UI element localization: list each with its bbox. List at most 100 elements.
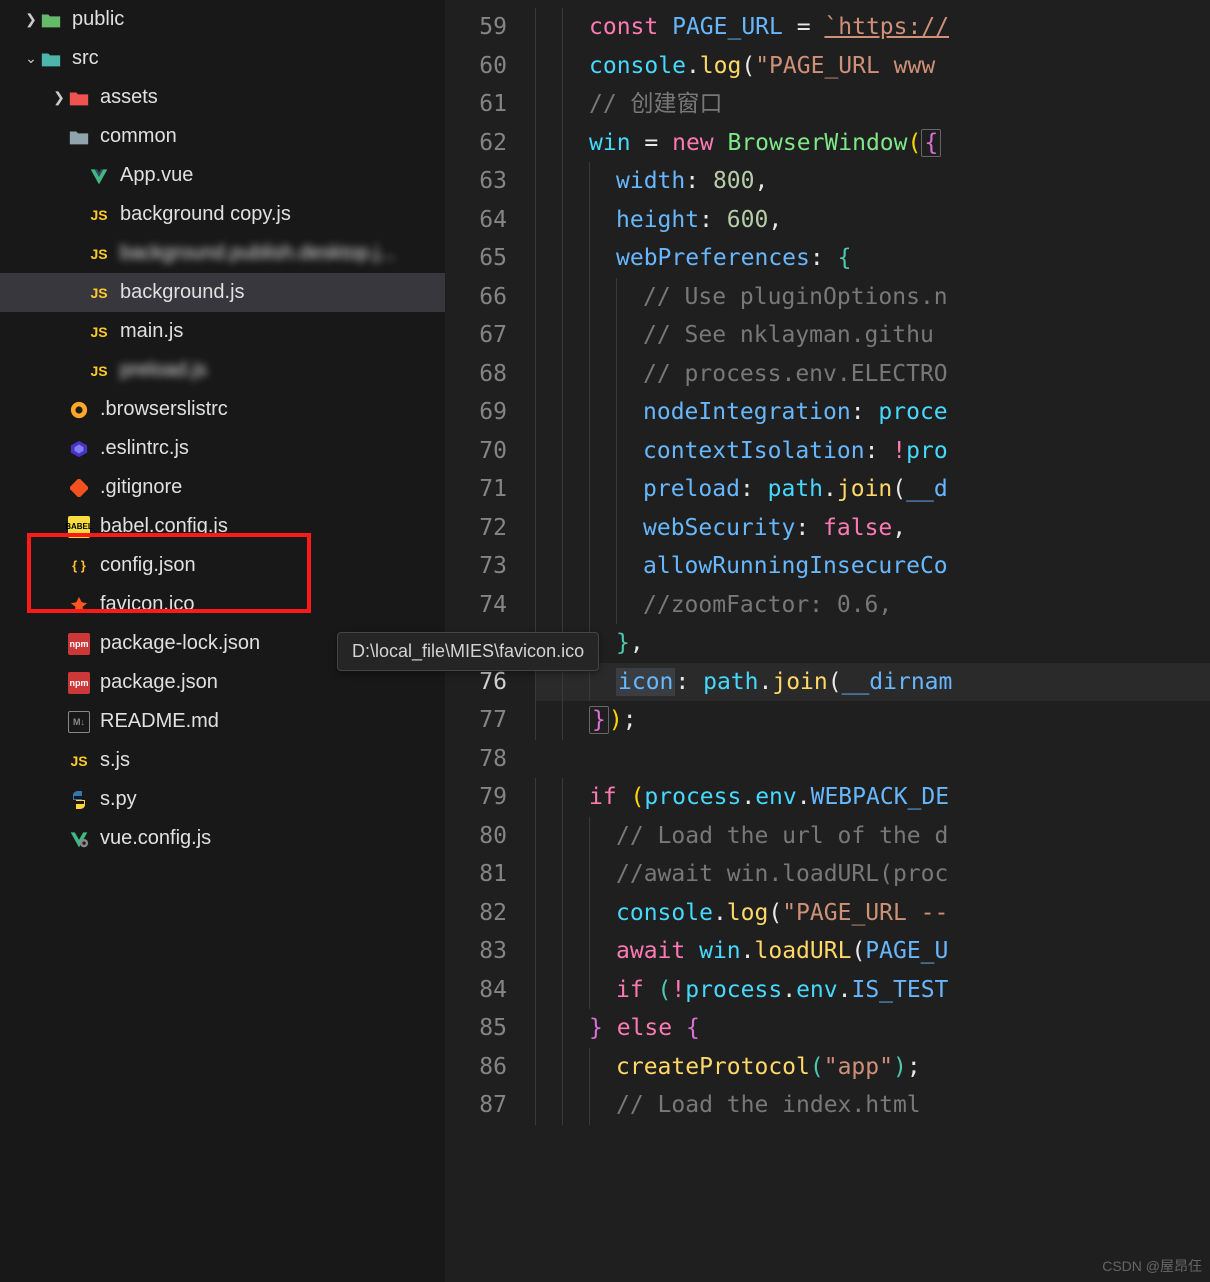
code-line[interactable]: win = new BrowserWindow({ [535, 124, 1210, 163]
tree-item--browserslistrc[interactable]: .browserslistrc [0, 390, 445, 429]
line-number: 70 [445, 432, 507, 471]
line-number: 65 [445, 239, 507, 278]
code-line[interactable]: console.log("PAGE_URL www [535, 47, 1210, 86]
tree-item-s-py[interactable]: s.py [0, 780, 445, 819]
line-number: 64 [445, 201, 507, 240]
code-line[interactable]: createProtocol("app"); [535, 1048, 1210, 1087]
git-icon [68, 477, 90, 499]
chevron-down-icon: ⌄ [22, 50, 40, 67]
line-number: 68 [445, 355, 507, 394]
json-icon: { } [68, 555, 90, 577]
tree-item-app-vue[interactable]: App.vue [0, 156, 445, 195]
tree-item-label: App.vue [120, 164, 193, 187]
line-number: 63 [445, 162, 507, 201]
code-line[interactable]: height: 600, [535, 201, 1210, 240]
eslint-icon [68, 438, 90, 460]
line-number: 82 [445, 894, 507, 933]
tree-item-label: favicon.ico [100, 593, 195, 616]
tree-item--eslintrc-js[interactable]: .eslintrc.js [0, 429, 445, 468]
npm-icon: npm [68, 633, 90, 655]
tree-item-label: .browserslistrc [100, 398, 228, 421]
tree-item-label: preload.js [120, 359, 207, 382]
line-number: 61 [445, 85, 507, 124]
tree-item-label: .gitignore [100, 476, 182, 499]
py-icon [68, 789, 90, 811]
line-number: 73 [445, 547, 507, 586]
code-line[interactable]: } else { [535, 1009, 1210, 1048]
tree-item-main-js[interactable]: JSmain.js [0, 312, 445, 351]
line-number: 72 [445, 509, 507, 548]
js-icon: JS [68, 750, 90, 772]
line-number: 78 [445, 740, 507, 779]
tree-item-favicon-ico[interactable]: favicon.ico [0, 585, 445, 624]
code-line[interactable] [535, 740, 1210, 779]
tree-item-label: assets [100, 86, 158, 109]
tree-item--gitignore[interactable]: .gitignore [0, 468, 445, 507]
code-line[interactable]: webSecurity: false, [535, 509, 1210, 548]
tree-item-label: babel.config.js [100, 515, 228, 538]
code-line[interactable]: // Load the url of the d [535, 817, 1210, 856]
js-icon: JS [88, 282, 110, 304]
code-line[interactable]: if (!process.env.IS_TEST [535, 971, 1210, 1010]
code-line[interactable]: // Load the index.html [535, 1086, 1210, 1125]
tree-item-label: package.json [100, 671, 218, 694]
chevron-right-icon: ❯ [50, 89, 68, 106]
code-line[interactable]: console.log("PAGE_URL -- [535, 894, 1210, 933]
folder-public-icon [40, 9, 62, 31]
code-line[interactable]: contextIsolation: !pro [535, 432, 1210, 471]
npm-icon: npm [68, 672, 90, 694]
folder-common-icon [68, 126, 90, 148]
browsers-icon [68, 399, 90, 421]
folder-src-icon [40, 48, 62, 70]
tree-item-s-js[interactable]: JS s.js [0, 741, 445, 780]
tree-item-label: common [100, 125, 177, 148]
tree-item-label: s.js [100, 749, 130, 772]
tree-item-assets[interactable]: ❯ assets [0, 78, 445, 117]
code-line[interactable]: }); [535, 701, 1210, 740]
code-line[interactable]: // Use pluginOptions.n [535, 278, 1210, 317]
tree-item-label: .eslintrc.js [100, 437, 189, 460]
code-line[interactable]: nodeIntegration: proce [535, 393, 1210, 432]
code-line[interactable]: icon: path.join(__dirnam [535, 663, 1210, 702]
code-line[interactable]: allowRunningInsecureCo [535, 547, 1210, 586]
md-icon: M↓ [68, 711, 90, 733]
folder-assets-icon [68, 87, 90, 109]
code-area[interactable]: const PAGE_URL = `https://console.log("P… [535, 0, 1210, 1282]
line-number: 80 [445, 817, 507, 856]
tree-item-label: s.py [100, 788, 137, 811]
code-line[interactable]: // process.env.ELECTRO [535, 355, 1210, 394]
tree-item-background-publish-desktop-j---[interactable]: JSbackground.publish.desktop.j... [0, 234, 445, 273]
line-number: 59 [445, 8, 507, 47]
code-line[interactable]: //await win.loadURL(proc [535, 855, 1210, 894]
code-line[interactable]: preload: path.join(__d [535, 470, 1210, 509]
watermark: CSDN @屋昂仼 [1102, 1256, 1202, 1276]
tree-item-public[interactable]: ❯public [0, 0, 445, 39]
tree-item-src[interactable]: ⌄src [0, 39, 445, 78]
tree-item-background-copy-js[interactable]: JSbackground copy.js [0, 195, 445, 234]
code-line[interactable]: if (process.env.WEBPACK_DE [535, 778, 1210, 817]
tree-item-preload-js[interactable]: JSpreload.js [0, 351, 445, 390]
code-line[interactable]: const PAGE_URL = `https:// [535, 8, 1210, 47]
code-line[interactable]: // 创建窗口 [535, 85, 1210, 124]
tree-item-readme-md[interactable]: M↓README.md [0, 702, 445, 741]
tree-item-vue-config-js[interactable]: vue.config.js [0, 819, 445, 858]
code-line[interactable]: await win.loadURL(PAGE_U [535, 932, 1210, 971]
code-line[interactable]: //zoomFactor: 0.6, [535, 586, 1210, 625]
tree-item-label: config.json [100, 554, 196, 577]
tree-item-background-js[interactable]: JS background.js [0, 273, 445, 312]
vueconfig-icon [68, 828, 90, 850]
favicon-icon [68, 594, 90, 616]
js-icon: JS [88, 321, 110, 343]
code-line[interactable]: }, [535, 624, 1210, 663]
line-number: 77 [445, 701, 507, 740]
tree-item-config-json[interactable]: { } config.json [0, 546, 445, 585]
tree-item-label: package-lock.json [100, 632, 260, 655]
code-line[interactable]: width: 800, [535, 162, 1210, 201]
tree-item-common[interactable]: common [0, 117, 445, 156]
code-line[interactable]: // See nklayman.githu [535, 316, 1210, 355]
tree-item-label: background.js [120, 281, 245, 304]
line-number: 62 [445, 124, 507, 163]
code-line[interactable]: webPreferences: { [535, 239, 1210, 278]
tree-item-label: vue.config.js [100, 827, 211, 850]
tree-item-babel-config-js[interactable]: BABELbabel.config.js [0, 507, 445, 546]
